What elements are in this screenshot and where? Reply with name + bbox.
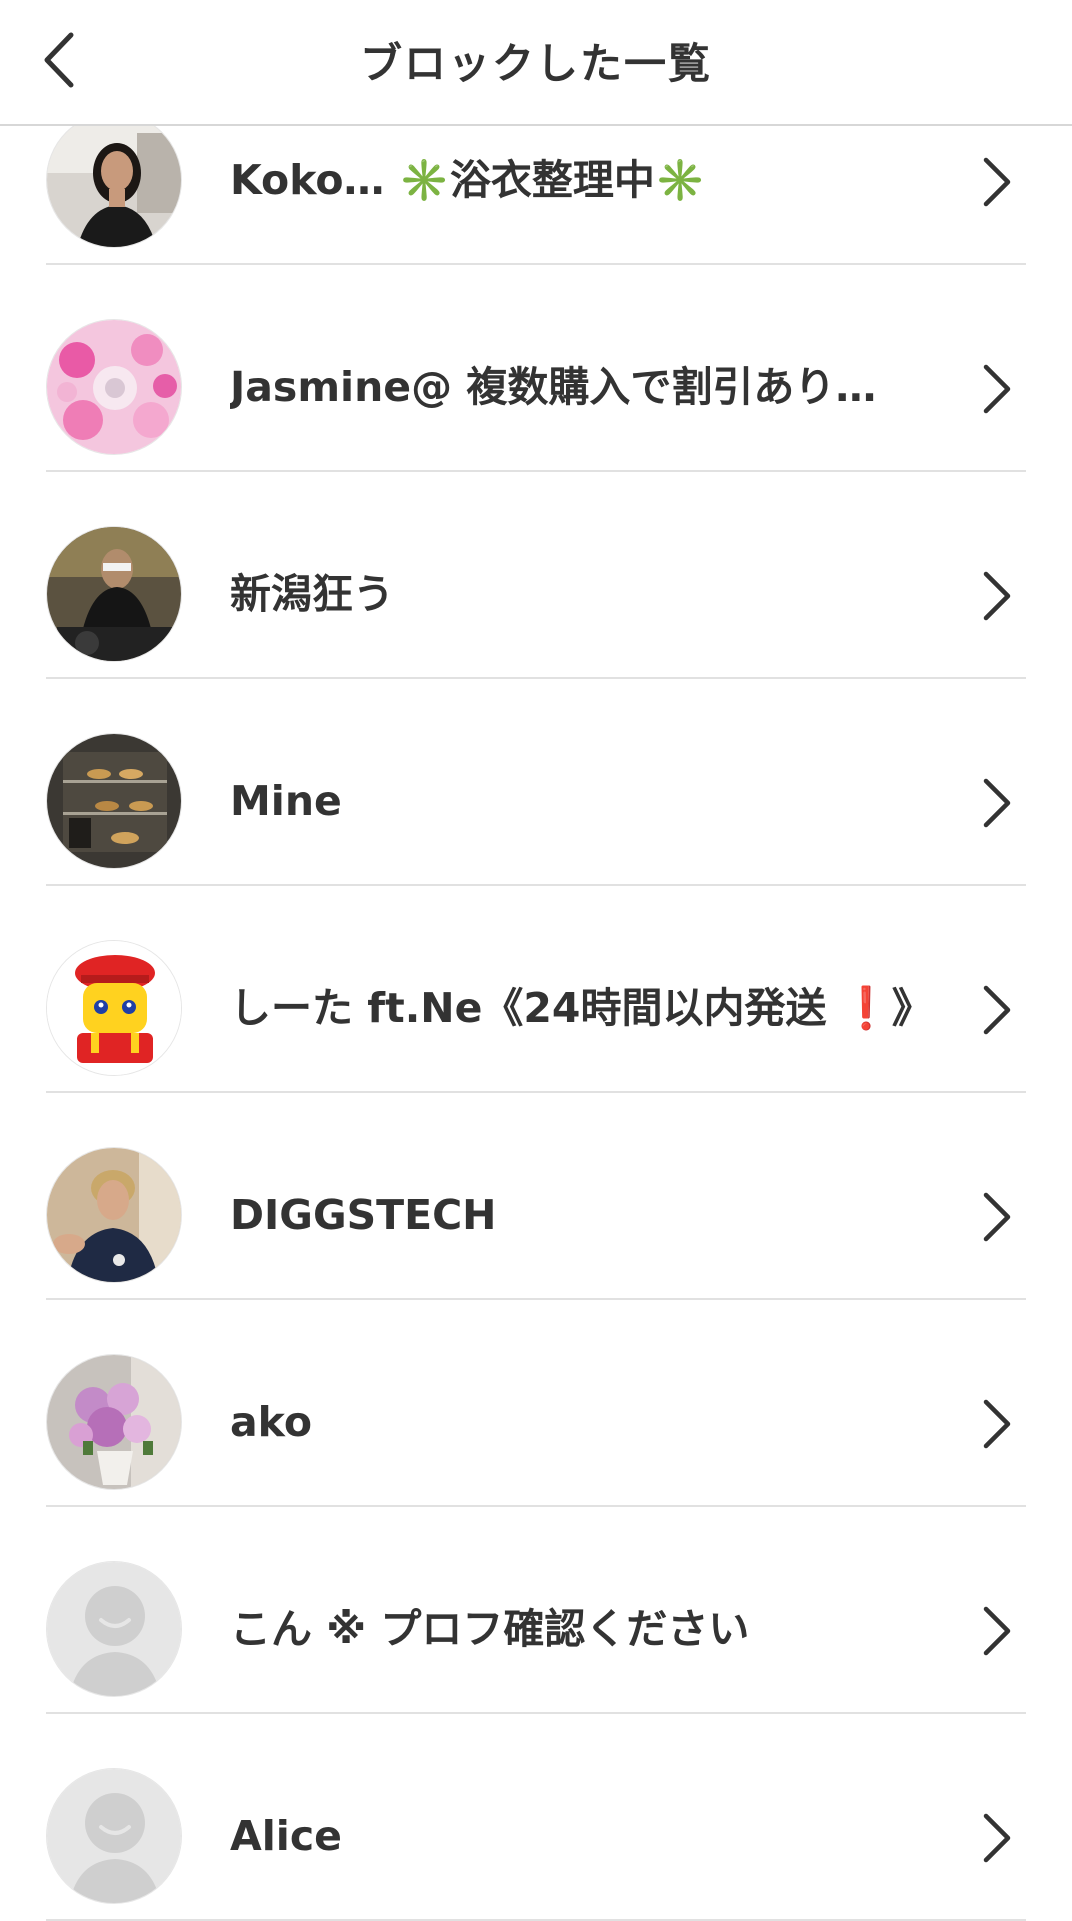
header-bar: ブロックした一覧 — [0, 0, 1072, 126]
avatar — [46, 940, 182, 1076]
blocked-user-row[interactable]: ako — [0, 1300, 1072, 1507]
avatar — [46, 733, 182, 869]
chevron-right-icon — [983, 1399, 1011, 1449]
user-name: こん ※ プロフ確認ください — [230, 1605, 750, 1653]
chevron-right-icon — [983, 778, 1011, 828]
chevron-right-icon — [983, 1813, 1011, 1863]
avatar — [46, 319, 182, 455]
blocked-user-row[interactable]: Mine — [0, 679, 1072, 886]
default-avatar-icon — [46, 1561, 182, 1697]
page-title: ブロックした一覧 — [359, 39, 712, 88]
avatar — [46, 112, 182, 248]
chevron-right-icon — [983, 985, 1011, 1035]
chevron-right-icon — [983, 571, 1011, 621]
blocked-users-list: Koko… ✳️浴衣整理中✳️ Jasmine@ 複数購入で割引あり… 新潟狂う… — [0, 58, 1072, 1921]
user-name: ako — [230, 1398, 312, 1446]
avatar — [46, 526, 182, 662]
chevron-right-icon — [983, 364, 1011, 414]
avatar — [46, 1147, 182, 1283]
blocked-user-row[interactable]: こん ※ プロフ確認ください — [0, 1507, 1072, 1714]
user-name: しーた ft.Ne《24時間以内発送 ❗️》 — [230, 984, 930, 1032]
chevron-right-icon — [983, 1192, 1011, 1242]
avatar — [46, 1354, 182, 1490]
chevron-right-icon — [983, 1606, 1011, 1656]
blocked-user-row[interactable]: Jasmine@ 複数購入で割引あり… — [0, 265, 1072, 472]
user-name: Alice — [230, 1812, 342, 1860]
default-avatar-icon — [46, 1768, 182, 1904]
chevron-right-icon — [983, 157, 1011, 207]
blocked-user-row[interactable]: DIGGSTECH — [0, 1093, 1072, 1300]
user-name: DIGGSTECH — [230, 1191, 497, 1239]
blocked-user-row[interactable]: 新潟狂う — [0, 472, 1072, 679]
blocked-user-row[interactable]: しーた ft.Ne《24時間以内発送 ❗️》 — [0, 886, 1072, 1093]
user-name: 新潟狂う — [230, 570, 394, 618]
user-name: Mine — [230, 777, 342, 825]
user-name: Koko… ✳️浴衣整理中✳️ — [230, 156, 706, 204]
blocked-user-row[interactable]: Alice — [0, 1714, 1072, 1921]
user-name: Jasmine@ 複数購入で割引あり… — [230, 363, 877, 411]
